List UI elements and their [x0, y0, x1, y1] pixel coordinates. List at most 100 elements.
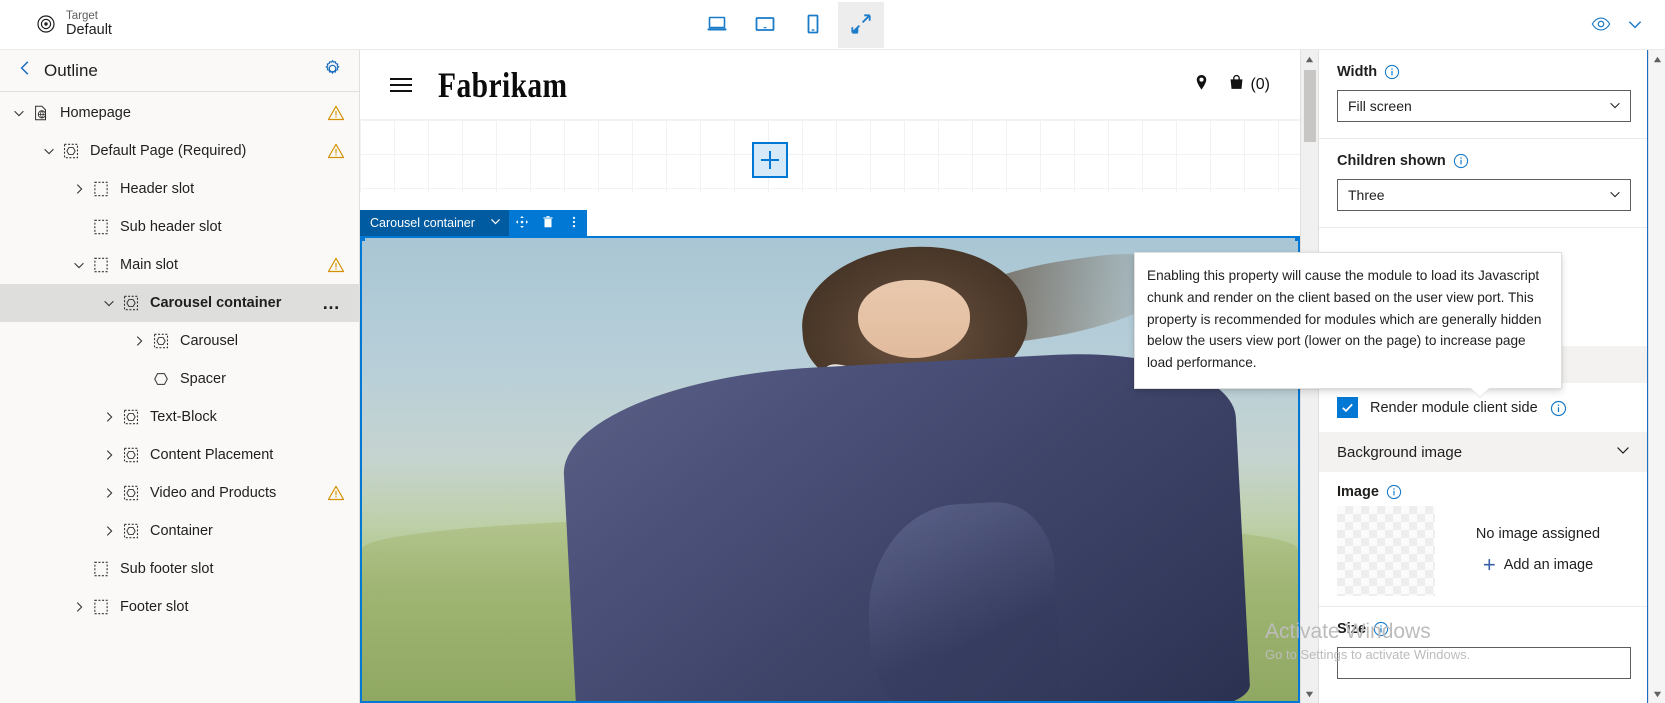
render-client-side-checkbox[interactable]: [1337, 397, 1358, 418]
selection-dropdown-button[interactable]: [483, 210, 509, 236]
device-mobile-button[interactable]: [790, 2, 836, 48]
tree-item-more-button[interactable]: …: [322, 294, 341, 312]
tree-item-sub-header-slot[interactable]: Sub header slot: [0, 208, 359, 246]
background-image-section-header[interactable]: Background image: [1319, 432, 1647, 472]
add-image-label: Add an image: [1503, 557, 1594, 573]
tree-twisty-toggle[interactable]: [38, 140, 60, 162]
device-desktop-button[interactable]: [694, 2, 740, 48]
tablet-icon: [753, 12, 777, 39]
module-icon: [120, 482, 142, 504]
width-label-row: Width: [1337, 64, 1631, 80]
warning-icon: [327, 484, 345, 502]
hamburger-menu-icon[interactable]: [390, 74, 412, 96]
tree-item-label: Spacer: [180, 371, 226, 387]
size-label: Size: [1337, 621, 1367, 637]
selection-more-button[interactable]: [560, 210, 587, 236]
tree-item-video-and-products[interactable]: Video and Products: [0, 474, 359, 512]
children-shown-select[interactable]: Three: [1337, 179, 1631, 211]
selection-toolbar: Carousel container: [360, 210, 587, 236]
tree-twisty-toggle[interactable]: [98, 292, 120, 314]
slot-icon: [90, 558, 112, 580]
selection-move-button[interactable]: [508, 210, 535, 236]
tree-item-footer-slot[interactable]: Footer slot: [0, 588, 359, 626]
tree-item-text-block[interactable]: Text-Block: [0, 398, 359, 436]
tree-twisty-toggle[interactable]: [8, 102, 30, 124]
canvas-scroll-up-button[interactable]: [1301, 50, 1319, 68]
hero-coat-fold: [862, 499, 1063, 701]
brand-logo: Fabrikam: [438, 64, 568, 105]
tree-item-main-slot[interactable]: Main slot: [0, 246, 359, 284]
module-icon: [120, 406, 142, 428]
warning-icon: [327, 256, 345, 274]
info-icon[interactable]: [1373, 621, 1389, 637]
tree-item-default-page-required[interactable]: Default Page (Required): [0, 132, 359, 170]
chevron-down-icon: [1608, 187, 1622, 204]
info-icon[interactable]: [1386, 484, 1402, 500]
canvas-scroll-thumb[interactable]: [1303, 70, 1316, 142]
slot-icon: [90, 216, 112, 238]
properties-scroll-up-button[interactable]: [1648, 50, 1665, 68]
target-selector[interactable]: Target Default: [0, 10, 112, 40]
add-module-button[interactable]: [752, 142, 788, 178]
device-preview-group: [694, 2, 884, 48]
device-tablet-button[interactable]: [742, 2, 788, 48]
empty-slot-grid: [360, 120, 1300, 192]
background-image-section-title: Background image: [1337, 443, 1463, 461]
tree-twisty-spacer: [68, 216, 90, 238]
module-icon: [150, 330, 172, 352]
tree-item-carousel-container[interactable]: Carousel container …: [0, 284, 359, 322]
location-pin-icon[interactable]: [1192, 73, 1211, 97]
cart-indicator[interactable]: (0): [1227, 73, 1270, 97]
width-select[interactable]: Fill screen: [1337, 90, 1631, 122]
outline-back-button[interactable]: [12, 58, 38, 84]
tree-twisty-spacer: [68, 558, 90, 580]
top-right-chevron-button[interactable]: [1621, 10, 1649, 40]
chevron-down-icon: [1615, 442, 1631, 462]
tree-item-carousel[interactable]: Carousel: [0, 322, 359, 360]
tree-item-label: Default Page (Required): [90, 143, 247, 159]
module-icon: [60, 140, 82, 162]
info-icon[interactable]: [1453, 153, 1469, 169]
device-fullscreen-button[interactable]: [838, 2, 884, 48]
tree-twisty-toggle[interactable]: [68, 254, 90, 276]
tree-item-container[interactable]: Container: [0, 512, 359, 550]
selection-delete-button[interactable]: [534, 210, 561, 236]
tree-item-spacer[interactable]: Spacer: [0, 360, 359, 398]
size-select[interactable]: [1337, 647, 1631, 679]
children-shown-label: Children shown: [1337, 153, 1446, 169]
tree-twisty-toggle[interactable]: [98, 406, 120, 428]
properties-scrollbar[interactable]: [1648, 50, 1665, 703]
tree-item-label: Container: [150, 523, 213, 539]
add-image-button[interactable]: + Add an image: [1445, 554, 1631, 576]
outline-settings-button[interactable]: [319, 58, 345, 84]
children-shown-value: Three: [1348, 187, 1385, 203]
chevron-left-icon: [16, 59, 34, 82]
tree-twisty-toggle[interactable]: [98, 444, 120, 466]
tree-twisty-toggle[interactable]: [68, 178, 90, 200]
canvas-scroll-down-button[interactable]: [1301, 685, 1319, 703]
resize-handle-tl[interactable]: [362, 238, 365, 241]
tree-item-content-placement[interactable]: Content Placement: [0, 436, 359, 474]
tree-twisty-toggle[interactable]: [68, 596, 90, 618]
tree-twisty-toggle[interactable]: [128, 330, 150, 352]
render-client-side-label: Render module client side: [1370, 399, 1538, 416]
properties-scroll-down-button[interactable]: [1648, 685, 1665, 703]
tree-twisty-toggle[interactable]: [98, 482, 120, 504]
tree-item-homepage[interactable]: Homepage: [0, 94, 359, 132]
warning-icon: [327, 142, 345, 160]
tree-item-label: Carousel container: [150, 295, 282, 311]
tree-twisty-toggle[interactable]: [98, 520, 120, 542]
tree-item-header-slot[interactable]: Header slot: [0, 170, 359, 208]
preview-toggle-button[interactable]: [1587, 10, 1615, 40]
laptop-icon: [705, 12, 729, 39]
selection-toolbar-name: Carousel container: [370, 216, 475, 230]
tree-item-label: Sub footer slot: [120, 561, 214, 577]
info-icon[interactable]: [1550, 400, 1566, 416]
tree-item-label: Main slot: [120, 257, 179, 273]
tree-item-sub-footer-slot[interactable]: Sub footer slot: [0, 550, 359, 588]
page-globe-icon: [30, 102, 52, 124]
tree-item-label: Header slot: [120, 181, 195, 197]
width-property: Width Fill screen: [1319, 50, 1647, 139]
info-icon[interactable]: [1384, 64, 1400, 80]
chevron-down-icon: [1626, 15, 1644, 36]
